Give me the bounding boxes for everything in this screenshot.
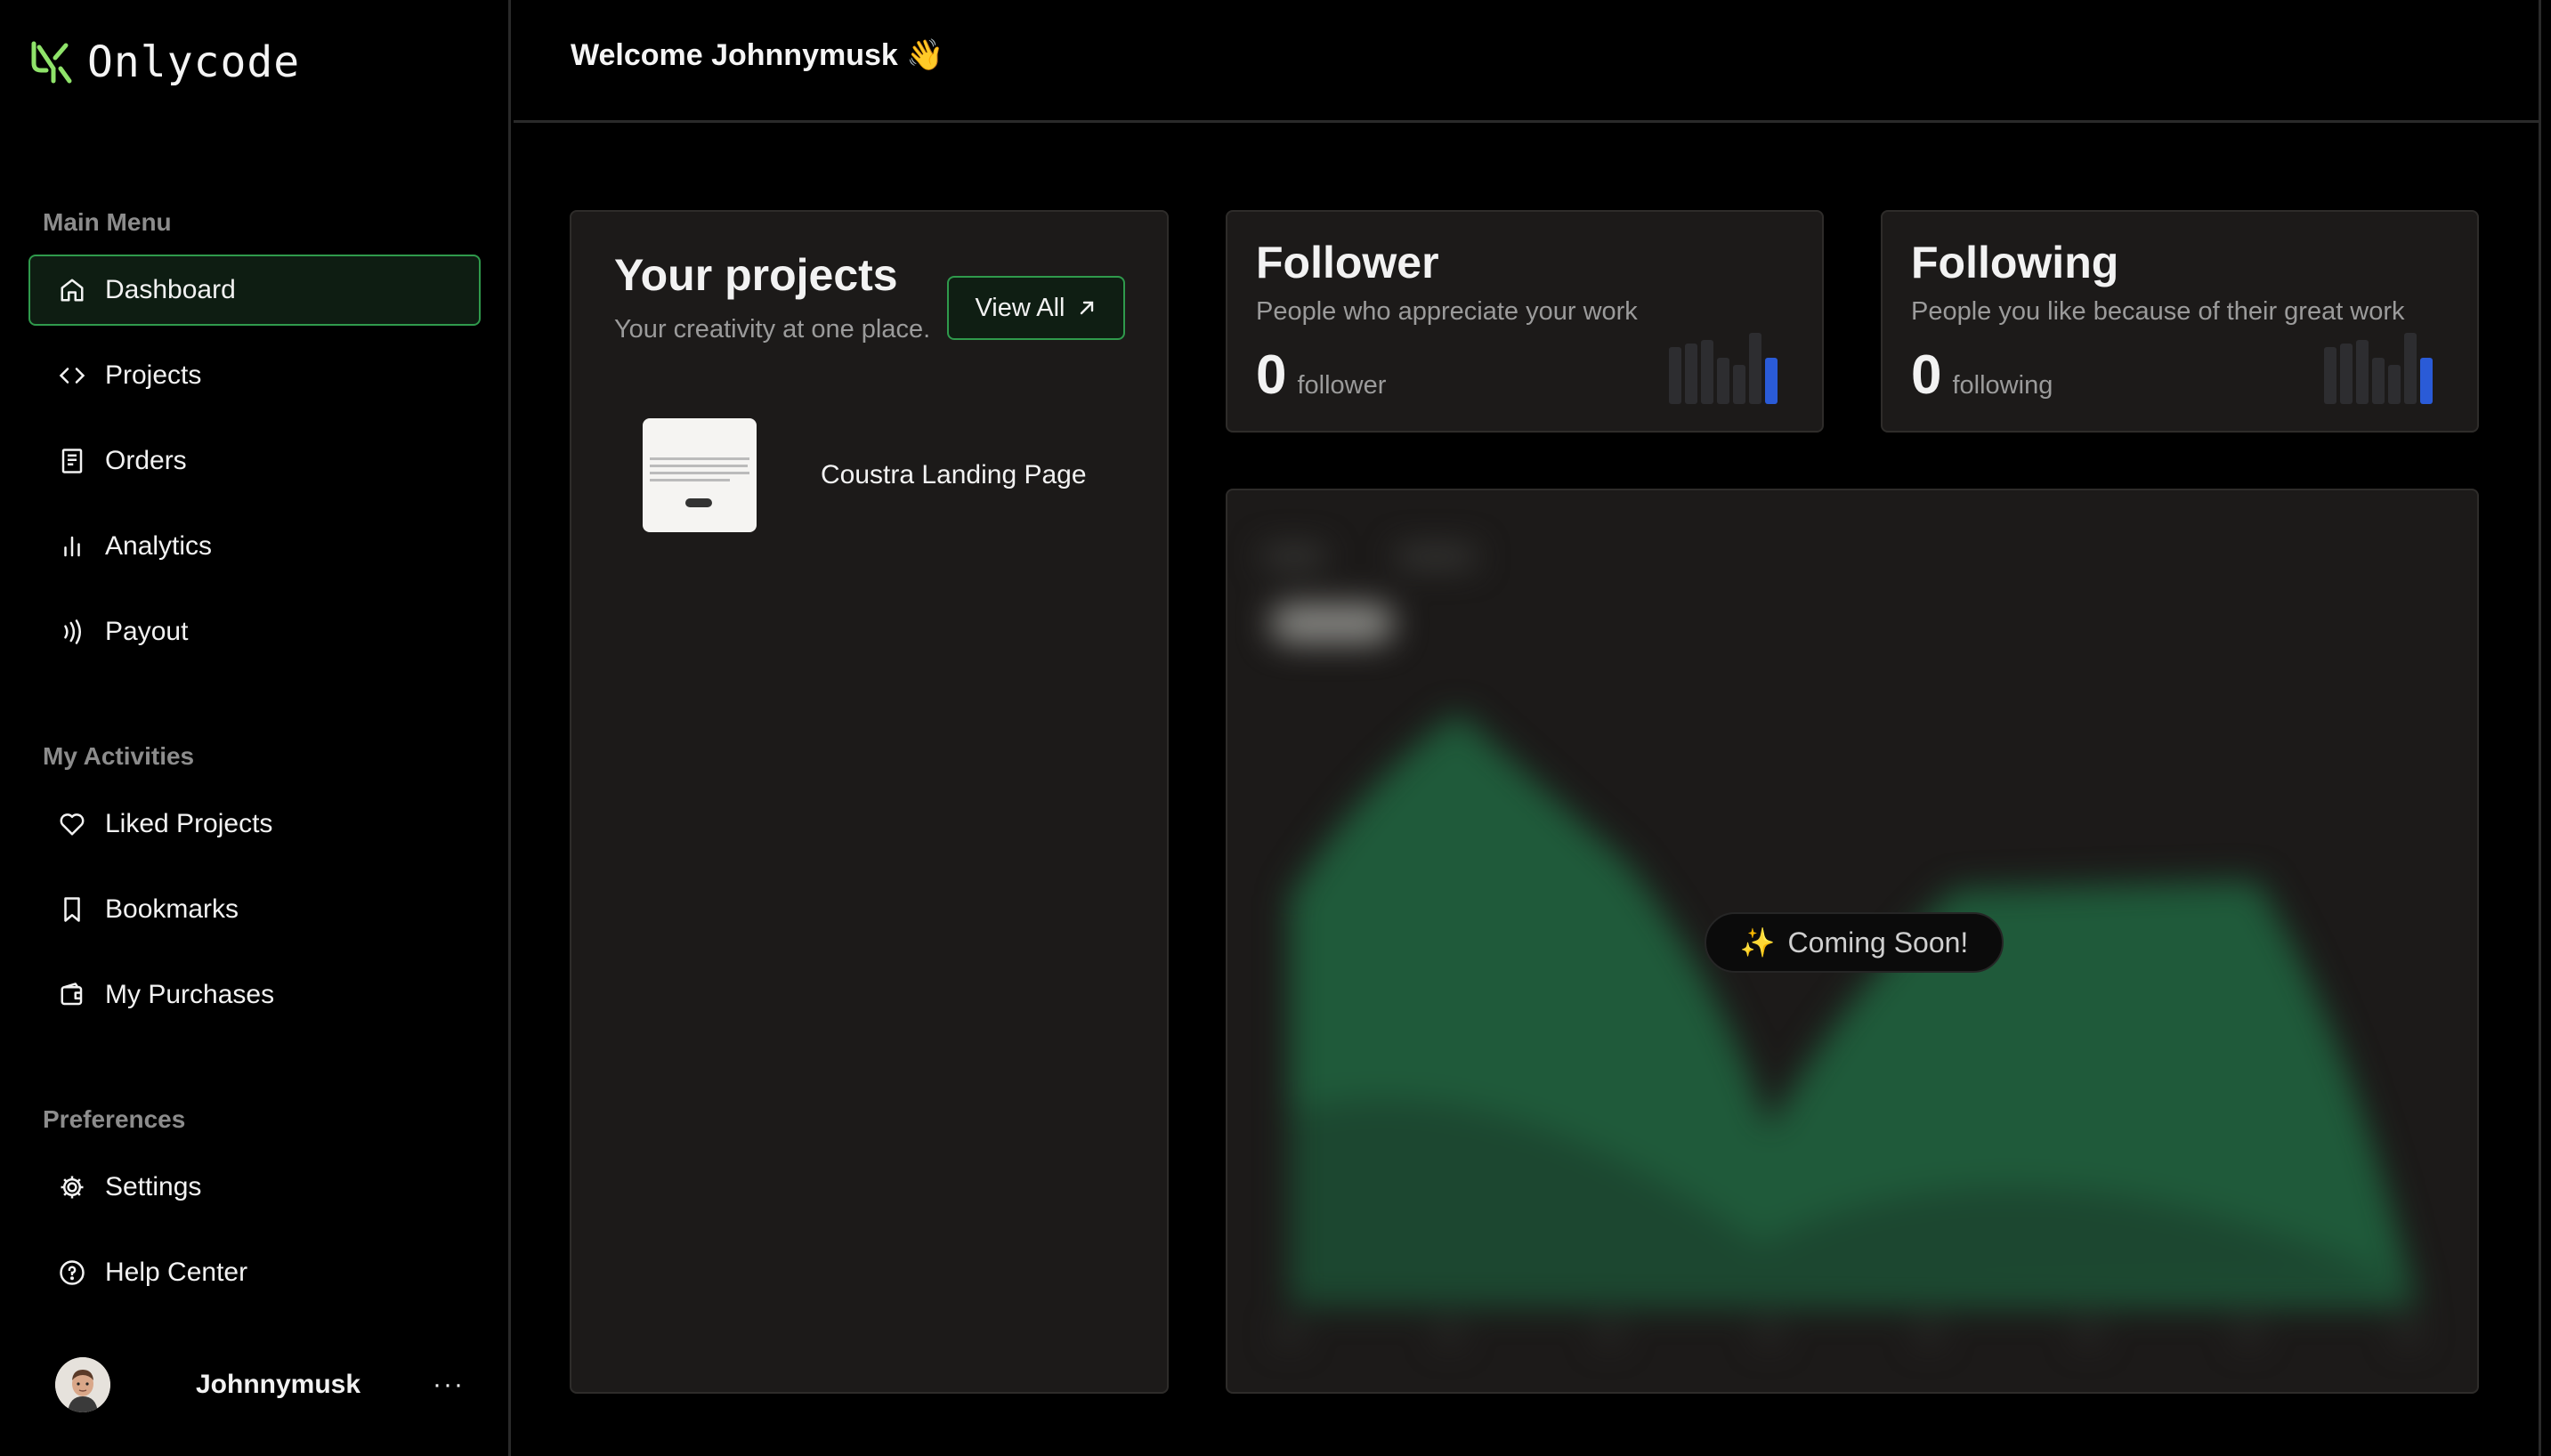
follower-title: Follower (1256, 238, 1439, 287)
sidebar-item-label: My Purchases (105, 980, 275, 1009)
coming-soon-badge: ✨ Coming Soon! (1705, 912, 2004, 973)
top-header: Welcome Johnnymusk 👋 (514, 0, 2539, 123)
my-activities-title: My Activities (43, 742, 195, 770)
following-count-value: 0 (1911, 344, 1942, 406)
view-all-button[interactable]: View All (947, 276, 1125, 340)
following-count: 0 following (1911, 344, 2053, 407)
follower-count-unit: follower (1297, 371, 1387, 400)
following-description: People you like because of their great w… (1911, 297, 2405, 326)
sidebar: Onlycode Main Menu Dashboard Projects Or… (0, 0, 511, 1456)
analytics-graph-card: ✨ Coming Soon! (1226, 489, 2479, 1394)
sidebar-item-my-purchases[interactable]: My Purchases (28, 959, 481, 1031)
app-name: Onlycode (87, 37, 301, 87)
sidebar-item-dashboard[interactable]: Dashboard (28, 255, 481, 326)
sidebar-item-payout[interactable]: Payout (28, 596, 481, 667)
home-icon (61, 279, 84, 302)
follower-mini-chart-icon (1669, 333, 1778, 404)
follower-card: Follower People who appreciate your work… (1226, 210, 1824, 433)
sidebar-item-label: Analytics (105, 531, 213, 561)
sidebar-item-label: Bookmarks (105, 894, 239, 924)
following-mini-chart-icon (2324, 333, 2433, 404)
project-thumbnail (643, 418, 757, 532)
projects-title: Your projects (614, 250, 898, 300)
project-item[interactable]: Coustra Landing Page (643, 418, 1141, 532)
main-menu-title: Main Menu (43, 208, 172, 236)
view-all-label: View All (975, 293, 1065, 322)
more-options-icon[interactable]: ··· (433, 1370, 465, 1400)
onlycode-logo-icon (31, 41, 72, 84)
following-title: Following (1911, 238, 2119, 287)
bar-chart-icon (64, 536, 80, 557)
sidebar-item-bookmarks[interactable]: Bookmarks (28, 874, 481, 945)
sidebar-item-label: Orders (105, 446, 187, 475)
arrow-up-right-icon (1080, 301, 1093, 315)
sidebar-item-analytics[interactable]: Analytics (28, 511, 481, 582)
receipt-icon (61, 449, 83, 473)
sidebar-item-label: Liked Projects (105, 809, 273, 838)
following-count-unit: following (1952, 371, 2053, 400)
bookmark-icon (64, 897, 80, 922)
coming-soon-label: Coming Soon! (1787, 926, 1969, 959)
following-card: Following People you like because of the… (1881, 210, 2479, 433)
sidebar-item-projects[interactable]: Projects (28, 340, 481, 411)
username: Johnnymusk (196, 1370, 361, 1399)
preferences-title: Preferences (43, 1105, 186, 1133)
sidebar-item-label: Help Center (105, 1258, 248, 1287)
user-avatar-icon (55, 1357, 110, 1412)
heart-icon (60, 813, 85, 836)
project-name: Coustra Landing Page (821, 460, 1087, 489)
sidebar-item-settings[interactable]: Settings (28, 1152, 481, 1223)
sparkles-icon: ✨ (1739, 926, 1776, 959)
welcome-message: Welcome Johnnymusk 👋 (571, 38, 944, 72)
gear-icon (61, 1176, 84, 1199)
user-profile[interactable]: Johnnymusk ··· (55, 1356, 465, 1413)
wireless-icon (64, 619, 81, 644)
avatar[interactable] (55, 1357, 110, 1412)
right-divider (2539, 0, 2541, 1456)
follower-description: People who appreciate your work (1256, 297, 1638, 326)
follower-count: 0 follower (1256, 344, 1386, 407)
follower-count-value: 0 (1256, 344, 1287, 406)
help-circle-icon (60, 1260, 85, 1285)
app-logo[interactable]: Onlycode (27, 37, 300, 87)
wallet-icon (61, 983, 83, 1006)
sidebar-item-label: Payout (105, 617, 189, 646)
code-icon (59, 368, 85, 384)
projects-subtitle: Your creativity at one place. (614, 315, 931, 344)
sidebar-item-label: Projects (105, 360, 202, 390)
sidebar-item-liked-projects[interactable]: Liked Projects (28, 789, 481, 860)
sidebar-item-label: Dashboard (105, 275, 236, 304)
sidebar-item-orders[interactable]: Orders (28, 425, 481, 497)
sidebar-item-label: Settings (105, 1172, 202, 1201)
projects-card: Your projects Your creativity at one pla… (570, 210, 1169, 1394)
sidebar-item-help-center[interactable]: Help Center (28, 1237, 481, 1308)
